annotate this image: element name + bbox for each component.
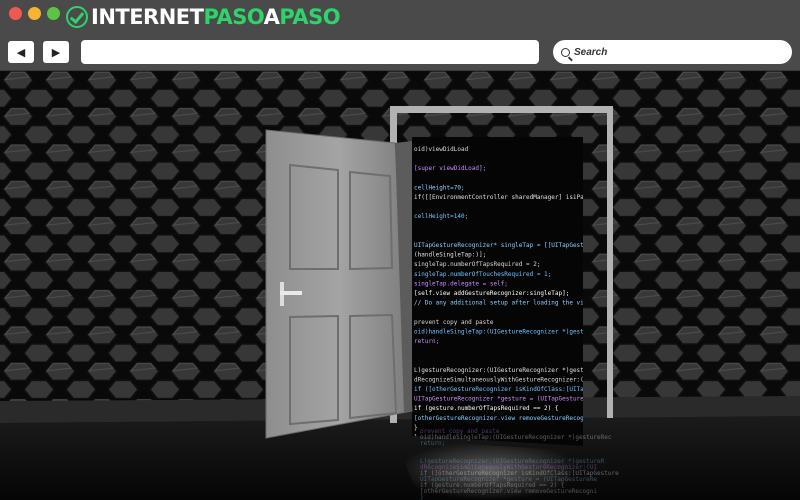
content-image: oid)viewDidLoad [super viewDidLoad]; cellH… xyxy=(0,71,800,500)
code-line: // Do any additional setup after loading… xyxy=(414,300,609,307)
code-reflection-line: [otherGestureRecognizer.view removeGestu… xyxy=(420,488,597,495)
forward-arrow-icon: ▶ xyxy=(51,46,61,59)
code-line: [otherGestureRecognizer.view removeGestu… xyxy=(414,415,591,422)
search-placeholder: Search xyxy=(574,46,608,58)
code-line: [self.view addGestureRecognizer:singleTa… xyxy=(414,290,569,297)
code-line: if([[EnvironmentController sharedManager… xyxy=(414,194,595,201)
logo-text-paso: PASO xyxy=(203,5,264,29)
back-arrow-icon: ◀ xyxy=(16,46,26,59)
minimize-window-button[interactable] xyxy=(28,7,41,20)
code-line: UITapGestureRecognizer *gesture = (UITap… xyxy=(414,396,591,403)
code-line: L)gestureRecognizer:(UIGestureRecognizer… xyxy=(414,367,599,374)
code-line: return; xyxy=(414,338,439,345)
code-line: oid)viewDidLoad xyxy=(414,146,469,153)
close-window-button[interactable] xyxy=(9,7,22,20)
code-line: [super viewDidLoad]; xyxy=(414,165,486,172)
code-line: cellHeight=70; xyxy=(414,184,465,191)
code-line: singleTap.numberOfTouchesRequired = 1; xyxy=(414,271,551,278)
code-line: dRecognizeSimultaneouslyWithGestureRecog… xyxy=(414,376,591,383)
logo-text: INTERNETPASOAPASO xyxy=(91,5,341,29)
code-line: singleTap.numberOfTapsRequired = 2; xyxy=(414,261,540,268)
floor xyxy=(0,416,800,500)
door-to-code-illustration: oid)viewDidLoad [super viewDidLoad]; cellH… xyxy=(0,71,800,500)
forward-button[interactable]: ▶ xyxy=(43,41,69,63)
maximize-window-button[interactable] xyxy=(47,7,60,20)
code-line: singleTap.delegate = self; xyxy=(414,280,508,287)
site-logo: INTERNETPASOAPASO xyxy=(66,5,341,29)
code-line: prevent copy and paste xyxy=(414,319,494,326)
search-icon xyxy=(561,47,570,57)
back-button[interactable]: ◀ xyxy=(8,41,34,63)
code-line: if (gesture.numberOfTapsRequired == 2) { xyxy=(414,405,559,412)
search-field[interactable]: Search xyxy=(553,40,792,64)
browser-toolbar: ◀ ▶ Search xyxy=(0,34,800,71)
logo-text-paso-2: PASO xyxy=(279,5,341,29)
code-reflection-line: oid)handleSingleTap:(UIGestureRecognizer… xyxy=(420,434,612,441)
checkmark-logo-icon xyxy=(66,6,88,28)
code-screen: oid)viewDidLoad [super viewDidLoad]; cellH… xyxy=(412,137,609,446)
code-reflection-line: return; xyxy=(420,440,445,447)
code-line: UITapGestureRecognizer* singleTap = [[UI… xyxy=(414,242,609,249)
code-line: cellHeight=140; xyxy=(414,213,468,220)
door-handle xyxy=(280,291,302,295)
code-line: (handleSingleTap:)]; xyxy=(414,252,486,259)
title-bar: INTERNETPASOAPASO xyxy=(0,0,800,34)
code-line: oid)handleSingleTap:(UIGestureRecognizer… xyxy=(414,328,606,335)
logo-text-internet: INTERNET xyxy=(91,5,204,29)
code-line: } xyxy=(414,424,418,431)
logo-text-a: A xyxy=(263,5,280,29)
browser-window: INTERNETPASOAPASO ◀ ▶ Search oid)viewDid… xyxy=(0,0,800,500)
address-bar[interactable] xyxy=(81,40,539,64)
